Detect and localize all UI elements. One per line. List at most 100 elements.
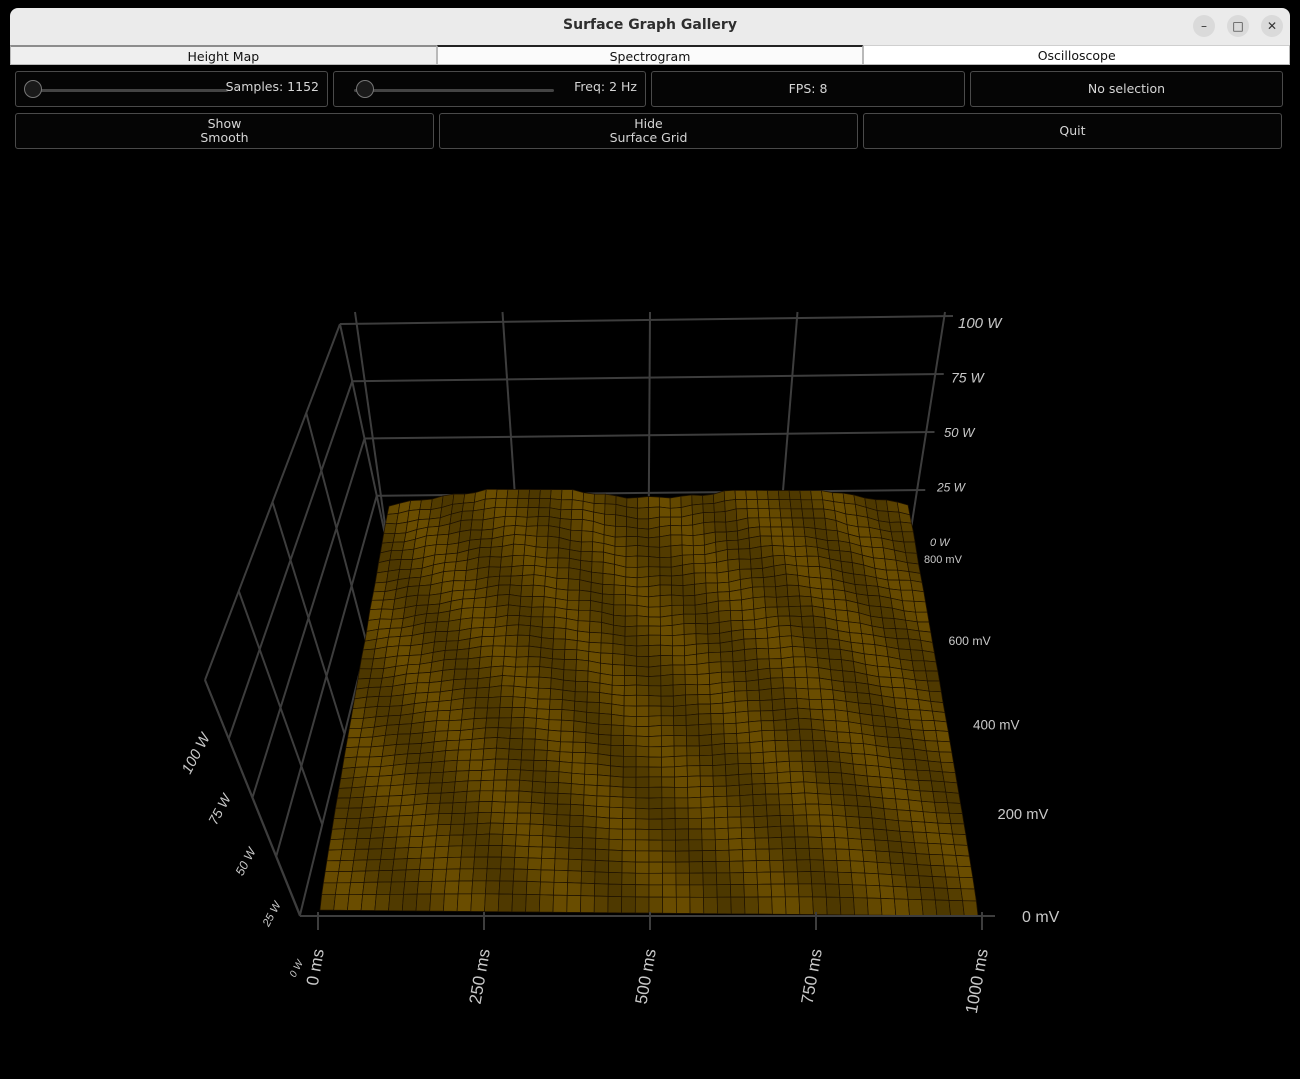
surface-cell xyxy=(691,494,704,506)
surface-cell xyxy=(660,644,673,657)
surface-cell xyxy=(744,896,760,915)
surface-cell xyxy=(783,687,798,699)
surface-cell xyxy=(529,823,544,837)
surface-cell xyxy=(737,537,751,550)
voltage-tick-label: 400 mV xyxy=(973,718,1020,733)
surface-cell xyxy=(386,636,401,648)
surface-cell xyxy=(484,893,500,912)
surface-cell xyxy=(748,730,763,743)
surface-cell xyxy=(418,869,434,882)
surface-cell xyxy=(769,517,783,528)
surface-cell xyxy=(519,595,533,608)
surface-cell xyxy=(602,573,615,586)
surface-cell xyxy=(580,551,593,563)
surface-cell xyxy=(460,607,474,620)
surface-cell xyxy=(558,771,573,784)
surface-cell xyxy=(570,509,584,520)
surface-cell xyxy=(831,804,847,817)
surface-cell xyxy=(880,606,895,619)
surface-cell xyxy=(460,510,474,521)
surface-cell xyxy=(730,884,745,898)
surface-cell xyxy=(538,666,553,679)
surface-cell xyxy=(544,781,559,794)
surface-cell xyxy=(452,790,468,804)
surface-cell xyxy=(673,755,688,768)
surface-cell xyxy=(479,538,493,548)
surface-cell xyxy=(794,836,810,849)
surface-cell xyxy=(319,894,336,911)
surface-cell xyxy=(595,816,610,830)
surface-cell xyxy=(885,569,900,581)
surface-cell xyxy=(792,656,807,668)
surface-cell xyxy=(795,687,810,700)
surface-cell xyxy=(624,604,638,617)
surface-cell xyxy=(547,525,561,538)
surface-cell xyxy=(461,707,476,721)
surface-cell xyxy=(364,696,380,708)
surface-cell xyxy=(390,869,407,883)
surface-cell xyxy=(940,761,956,774)
surface-cell xyxy=(827,761,842,774)
surface-cell xyxy=(842,670,857,683)
surface-cell xyxy=(471,508,485,521)
surface-cell xyxy=(635,735,650,748)
surface-cell xyxy=(761,729,776,742)
surface-cell xyxy=(907,709,923,721)
surface-cell xyxy=(724,742,739,755)
surface-cell xyxy=(475,686,490,699)
surface-cell xyxy=(670,564,684,577)
surface-cell xyxy=(535,535,549,549)
surface-cell xyxy=(921,899,938,916)
surface-cell xyxy=(388,893,404,912)
surface-cell xyxy=(702,503,715,513)
surface-cell xyxy=(671,584,684,597)
surface-cell xyxy=(908,638,923,651)
surface-cell xyxy=(393,847,410,860)
surface-cell xyxy=(883,808,899,822)
surface-cell xyxy=(919,709,935,721)
surface-cell xyxy=(887,840,903,853)
surface-cell xyxy=(714,838,730,851)
surface-cell xyxy=(556,567,570,580)
surface-cell xyxy=(635,807,650,820)
surface-cell xyxy=(794,545,808,558)
surface-cell xyxy=(821,588,835,600)
surface-cell xyxy=(725,530,739,541)
surface-cell xyxy=(874,839,890,853)
surface-cell xyxy=(381,744,397,757)
surface-cell xyxy=(636,694,650,707)
surface-graph[interactable]: 0 ms 250 ms 500 ms 750 ms 1000 ms0 mV200 mV4… xyxy=(0,0,1300,1079)
surface-cell xyxy=(470,617,485,629)
time-tick-label: 500 ms xyxy=(632,947,660,1005)
surface-cell xyxy=(901,600,917,613)
surface-cell xyxy=(832,588,847,601)
surface-cell xyxy=(444,640,459,651)
surface-cell xyxy=(497,893,513,913)
surface-cell xyxy=(845,815,861,829)
surface-cell xyxy=(570,519,583,532)
surface-cell xyxy=(509,575,523,587)
surface-cell xyxy=(777,782,793,795)
surface-cell xyxy=(765,793,780,806)
surface-cell xyxy=(532,584,546,597)
surface-cell xyxy=(635,766,650,778)
surface-cell xyxy=(821,698,836,711)
surface-cell xyxy=(623,715,637,727)
surface-cell xyxy=(415,893,432,912)
surface-cell xyxy=(542,606,556,618)
surface-cell xyxy=(374,570,389,584)
surface-cell xyxy=(741,837,757,850)
surface-cell xyxy=(559,741,574,753)
surface-cell xyxy=(568,847,583,861)
surface-cell xyxy=(497,584,511,596)
surface-cell xyxy=(350,870,367,884)
surface-cell xyxy=(444,552,458,563)
surface-cell xyxy=(701,839,717,851)
surface-cell xyxy=(660,634,673,647)
surface-cell xyxy=(686,755,701,767)
surface-cell xyxy=(717,600,731,612)
surface-cell xyxy=(784,896,801,915)
surface-cell xyxy=(693,554,706,564)
surface-cell xyxy=(930,865,947,878)
surface-cell xyxy=(591,561,604,574)
